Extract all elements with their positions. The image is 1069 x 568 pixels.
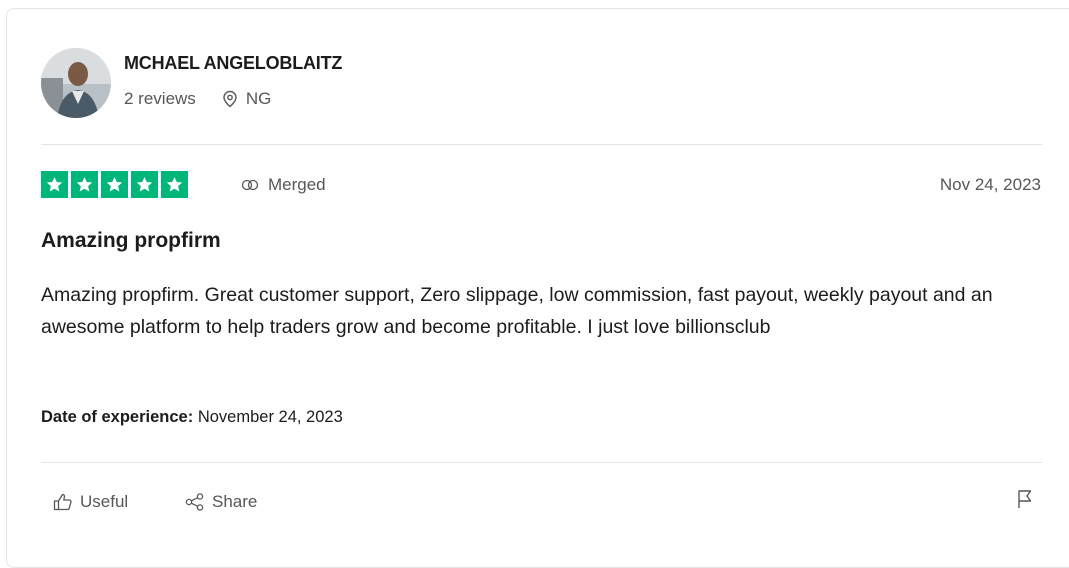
flag-icon xyxy=(1018,490,1032,508)
avatar[interactable] xyxy=(41,48,111,118)
merged-badge[interactable]: Merged xyxy=(241,174,326,196)
star-icon xyxy=(131,171,158,198)
country-code: NG xyxy=(245,89,272,108)
header-divider xyxy=(41,144,1042,145)
merged-icon xyxy=(241,179,259,191)
review-body: Amazing propfirm. Great customer support… xyxy=(41,284,993,338)
reviewer-meta: 2 reviews NG xyxy=(124,88,271,110)
experience-date: November 24, 2023 xyxy=(197,408,343,426)
location-pin-icon xyxy=(223,90,237,108)
report-flag-button[interactable] xyxy=(1017,489,1033,514)
star-icon xyxy=(161,171,188,198)
star-icon xyxy=(101,171,128,198)
share-button[interactable]: Share xyxy=(185,490,257,514)
reviews-count: 2 reviews xyxy=(124,89,196,108)
footer-divider xyxy=(41,462,1042,463)
useful-label: Useful xyxy=(80,492,129,511)
review-title[interactable]: Amazing propfirm xyxy=(41,229,221,253)
reviewer-name[interactable]: MCHAEL ANGELOBLAITZ xyxy=(124,53,342,74)
star-icon xyxy=(41,171,68,198)
star-rating xyxy=(41,171,188,198)
date-of-experience: Date of experience: November 24, 2023 xyxy=(41,408,343,427)
thumbs-up-icon xyxy=(53,493,72,511)
star-icon xyxy=(71,171,98,198)
review-date: Nov 24, 2023 xyxy=(939,175,1041,194)
reviewer-location: NG xyxy=(222,89,272,109)
share-icon xyxy=(185,493,204,511)
merged-label: Merged xyxy=(268,175,326,194)
useful-button[interactable]: Useful xyxy=(53,490,128,514)
share-label: Share xyxy=(212,492,258,511)
experience-label: Date of experience: xyxy=(41,408,194,426)
